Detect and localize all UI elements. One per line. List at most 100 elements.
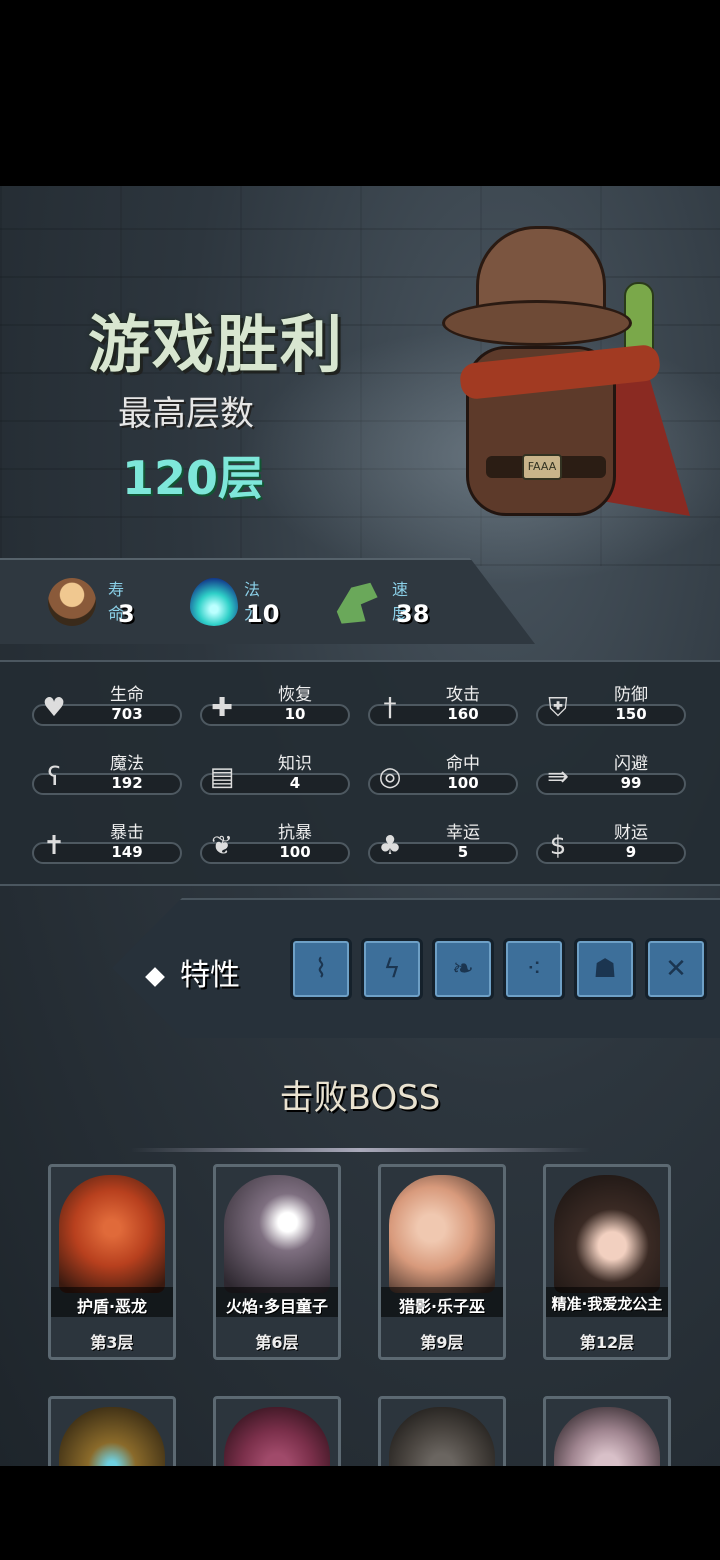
boss-card[interactable]: [378, 1396, 506, 1466]
stat-value: 5: [457, 843, 469, 861]
boss-card[interactable]: 猎影·乐子巫 第9层: [378, 1164, 506, 1360]
stat-value: 100: [279, 843, 311, 861]
boss-floor: 第6层: [255, 1333, 299, 1352]
stat-label: 财运: [614, 823, 648, 843]
navigation-bar-area: [0, 1466, 720, 1560]
armor-icon: ⛨: [548, 692, 568, 723]
boss-floor: 第3层: [90, 1333, 134, 1352]
stat-hp: ♥ 生命 703: [32, 680, 182, 732]
stat-magic: ʕ 魔法 192: [32, 749, 182, 801]
winged-boot-icon: [336, 582, 378, 624]
boss-name: 猎影·乐子巫: [398, 1297, 486, 1316]
hat-brim: [442, 300, 632, 346]
stat-wealth: $ 财运 9: [536, 818, 686, 870]
boss-card[interactable]: [48, 1396, 176, 1466]
boss-floor: 第9层: [420, 1333, 464, 1352]
stat-value: 4: [289, 774, 301, 792]
stat-evasion: ⇛ 闪避 99: [536, 749, 686, 801]
stat-label: 恢复: [278, 685, 312, 705]
heart-icon: ♥: [42, 693, 66, 723]
trait-bandit-icon[interactable]: ☗: [574, 938, 636, 1000]
trait-bullets-icon[interactable]: ⁖: [503, 938, 565, 1000]
stat-accuracy: ◎ 命中 100: [368, 749, 518, 801]
primary-stats-bar: 寿命 3 法力 10 速度 38: [0, 558, 535, 644]
stat-value: 149: [111, 843, 143, 861]
stat-crit-resist: ❦ 抗暴 100: [200, 818, 350, 870]
lives-icon: [48, 578, 96, 626]
diamond-icon: [145, 966, 165, 987]
defeated-boss-title: 击败BOSS: [279, 1078, 441, 1118]
stats-grid: ♥ 生命 703 ✚ 恢复 10 † 攻击 160 ⛨ 防御 150 ʕ 魔法 …: [0, 660, 720, 886]
stat-value: 10: [284, 705, 306, 723]
primary-stat-value: 10: [246, 600, 280, 628]
traits-panel: 特性 ⌇ ϟ ❧ ⁖ ☗ ✕: [112, 898, 720, 1038]
heart-plus-icon: ✚: [211, 693, 233, 723]
boss-portrait: [224, 1175, 330, 1293]
target-icon: ◎: [378, 762, 402, 792]
primary-stat-value: 38: [396, 600, 430, 628]
stat-regen: ✚ 恢复 10: [200, 680, 350, 732]
stat-value: 150: [615, 705, 647, 723]
stat-defense: ⛨ 防御 150: [536, 680, 686, 732]
stat-value: 100: [447, 774, 479, 792]
hero-cowboy-portrait: FAAA: [430, 226, 700, 546]
boss-portrait: [554, 1407, 660, 1466]
stat-value: 160: [447, 705, 479, 723]
boss-card[interactable]: 护盾·恶龙 第3层: [48, 1164, 176, 1360]
stat-label: 攻击: [446, 685, 480, 705]
staff-icon: ʕ: [47, 762, 61, 792]
boss-portrait: [389, 1175, 495, 1293]
coin-icon: $: [549, 831, 567, 861]
trait-crossed-guns-icon[interactable]: ✕: [645, 938, 707, 1000]
stat-value: 9: [625, 843, 637, 861]
victory-title: 游戏胜利: [88, 308, 345, 381]
crit-resist-icon: ❦: [211, 831, 233, 861]
stat-value: 192: [111, 774, 143, 792]
stat-label: 抗暴: [278, 823, 312, 843]
boss-card[interactable]: [213, 1396, 341, 1466]
trait-lightning-crack-icon[interactable]: ϟ: [361, 938, 423, 1000]
trait-sash-icon[interactable]: ⌇: [290, 938, 352, 1000]
boss-floor: 第12层: [579, 1333, 635, 1352]
stat-label: 防御: [614, 685, 648, 705]
stat-knowledge: ▤ 知识 4: [200, 749, 350, 801]
clover-icon: ♣: [378, 831, 402, 861]
traits-label: 特性: [145, 950, 240, 994]
dodge-arrows-icon: ⇛: [547, 762, 569, 792]
boss-name: 火焰·多目童子: [225, 1297, 329, 1316]
stat-attack: † 攻击 160: [368, 680, 518, 732]
sword-icon: †: [383, 693, 397, 723]
boss-portrait: [59, 1407, 165, 1466]
stat-label: 魔法: [110, 754, 144, 774]
victory-screen: 游戏胜利 最高层数 120层 FAAA 寿命 3 法力 10 速度 38 ♥ 生…: [0, 186, 720, 1466]
stat-luck: ♣ 幸运 5: [368, 818, 518, 870]
traits-label-text: 特性: [180, 958, 240, 993]
stat-label: 暴击: [110, 823, 144, 843]
boss-card[interactable]: [543, 1396, 671, 1466]
boss-portrait: [224, 1407, 330, 1466]
max-floor-value: 120层: [122, 451, 265, 505]
primary-stat-value: 3: [118, 600, 135, 628]
stat-label: 知识: [278, 754, 312, 774]
boss-portrait: [59, 1175, 165, 1293]
mana-flame-icon: [190, 578, 238, 626]
status-bar-area: [0, 0, 720, 186]
stat-crit: ✝ 暴击 149: [32, 818, 182, 870]
crit-cross-icon: ✝: [43, 831, 65, 861]
boss-name: 精准·我爱龙公主: [551, 1295, 663, 1313]
stat-label: 闪避: [614, 754, 648, 774]
stat-label: 命中: [446, 754, 480, 774]
boss-portrait: [554, 1175, 660, 1293]
stat-value: 99: [620, 774, 642, 792]
boss-card[interactable]: 火焰·多目童子 第6层: [213, 1164, 341, 1360]
boss-name: 护盾·恶龙: [76, 1297, 148, 1316]
trait-leaf-branch-icon[interactable]: ❧: [432, 938, 494, 1000]
stat-value: 703: [111, 705, 143, 723]
divider-line: [130, 1148, 590, 1152]
belt-buckle: FAAA: [522, 454, 562, 480]
max-floor-label: 最高层数: [118, 394, 254, 434]
book-icon: ▤: [209, 762, 235, 792]
boss-portrait: [389, 1407, 495, 1466]
stat-label: 幸运: [446, 823, 480, 843]
boss-card[interactable]: 精准·我爱龙公主 第12层: [543, 1164, 671, 1360]
